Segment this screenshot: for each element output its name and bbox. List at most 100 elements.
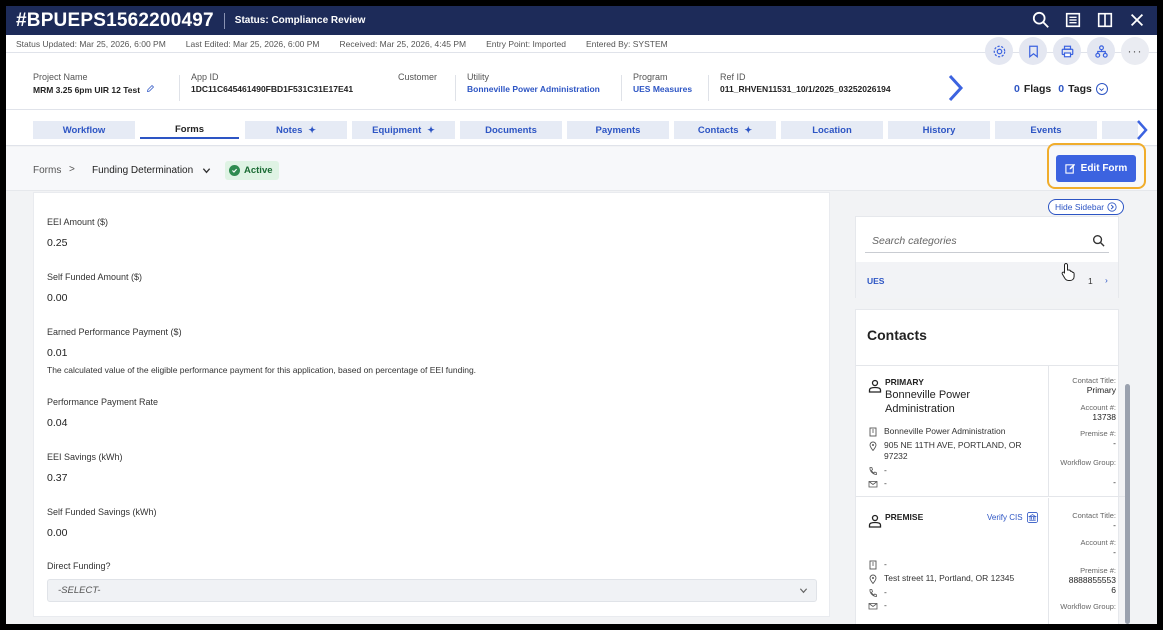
utility-field: Utility Bonneville Power Administration (467, 72, 600, 94)
tab-forms[interactable]: Forms (140, 121, 239, 139)
record-tool-buttons: ··· (985, 37, 1149, 65)
flags-label: Flags (1023, 83, 1052, 95)
field-self-funded-amount: Self Funded Amount ($) 0.00 (47, 272, 143, 304)
premise-number: - (1113, 438, 1116, 448)
edit-icon (1065, 163, 1075, 174)
search-icon[interactable] (1092, 234, 1105, 247)
close-icon[interactable] (1127, 10, 1147, 30)
category-item-ues[interactable]: UES 1 › (856, 262, 1118, 298)
account-number: 13738 (1092, 412, 1116, 422)
phone-icon (869, 589, 877, 597)
header-divider (223, 12, 225, 29)
field-direct-funding: Direct Funding? (47, 561, 111, 571)
pin-icon[interactable]: ✦ (427, 125, 435, 136)
edit-form-button[interactable]: Edit Form (1056, 155, 1136, 182)
contact-phone: - (868, 587, 1043, 598)
field-eei-amount: EEI Amount ($) 0.25 (47, 217, 109, 249)
field-divider (455, 75, 456, 101)
sidebar-scrollbar[interactable] (1125, 384, 1130, 624)
tab-payments[interactable]: Payments (567, 121, 669, 139)
building-icon (869, 427, 877, 437)
record-header: #BPUEPS1562200497 Status: Compliance Rev… (6, 6, 1157, 35)
flags-tags[interactable]: 0 Flags 0 Tags (1014, 83, 1108, 95)
tab-location[interactable]: Location (781, 121, 883, 139)
contact-email: - (868, 478, 1043, 489)
breadcrumb-current[interactable]: Funding Determination (92, 165, 193, 176)
contact-title-value: Primary (1086, 385, 1116, 395)
breadcrumb-forms[interactable]: Forms (33, 165, 61, 176)
field-eei-savings: EEI Savings (kWh) 0.37 (47, 452, 123, 484)
workflow-group: - (1113, 477, 1116, 487)
contact-type: PRIMARY (885, 377, 924, 387)
project-name-field: Project Name MRM 3.25 6pm UIR 12 Test (33, 72, 155, 95)
verify-cis-link[interactable]: Verify CIS (987, 512, 1038, 523)
bank-icon (1026, 512, 1038, 523)
tab-events[interactable]: Events (995, 121, 1097, 139)
tab-contacts[interactable]: Contacts ✦ (674, 121, 776, 139)
check-circle-icon (229, 165, 240, 176)
mail-icon (868, 603, 878, 610)
tab-workflow[interactable]: Workflow (33, 121, 135, 139)
chevron-circle-right-icon (1107, 202, 1117, 212)
print-button[interactable] (1053, 37, 1081, 65)
pin-icon[interactable]: ✦ (745, 125, 753, 136)
search-categories-input[interactable]: Search categories (865, 229, 1109, 253)
location-pin-icon (869, 441, 877, 451)
contacts-title: Contacts (867, 327, 927, 343)
person-icon (868, 379, 882, 393)
pin-icon[interactable]: ✦ (308, 125, 316, 136)
record-tabs: Workflow Forms Notes ✦ Equipment ✦ Documen… (6, 110, 1157, 146)
hierarchy-icon (1094, 44, 1108, 58)
chevron-right-icon[interactable] (945, 73, 965, 103)
program-link[interactable]: UES Measures (633, 84, 692, 94)
field-divider (708, 75, 709, 101)
category-count: 1 (1088, 276, 1093, 286)
tags-count: 0 (1058, 83, 1065, 95)
search-icon[interactable] (1031, 10, 1051, 30)
premise-number: 8888855553 6 (1068, 575, 1116, 595)
layout-compact-icon[interactable] (1063, 10, 1083, 30)
entered-by: Entered By: SYSTEM (585, 38, 668, 49)
contact-company: Bonneville Power Administration (868, 426, 1043, 437)
field-divider (621, 75, 622, 101)
chevron-down-icon[interactable] (1095, 83, 1108, 95)
split-view-icon[interactable] (1095, 10, 1115, 30)
hierarchy-button[interactable] (1087, 37, 1115, 65)
customer-field: Customer (398, 72, 438, 82)
tab-overflow[interactable] (1102, 121, 1138, 139)
chevron-right-icon[interactable] (1135, 119, 1149, 141)
pencil-icon[interactable] (146, 84, 155, 93)
ref-id-value: 011_RHVEN11531_10/1/2025_03252026194 (720, 84, 891, 94)
phone-icon (869, 467, 877, 475)
field-help-text: The calculated value of the eligible per… (47, 365, 477, 375)
entry-point: Entry Point: Imported (486, 38, 566, 49)
contact-name: Bonneville Power Administration (885, 389, 970, 415)
bookmark-button[interactable] (1019, 37, 1047, 65)
tab-history[interactable]: History (888, 121, 990, 139)
chevron-right-icon: › (1105, 275, 1108, 285)
categories-panel: Search categories UES 1 › (855, 216, 1119, 298)
tags-label: Tags (1068, 83, 1092, 95)
hand-pointer-icon (1061, 262, 1075, 281)
ref-id-field: Ref ID 011_RHVEN11531_10/1/2025_03252026… (720, 72, 891, 94)
contact-address: Test street 11, Portland, OR 12345 (868, 573, 1043, 584)
direct-funding-select[interactable]: -SELECT- (47, 579, 817, 602)
tab-equipment[interactable]: Equipment ✦ (352, 121, 455, 139)
contact-email: - (868, 600, 1043, 611)
record-status: Status: Compliance Review (234, 15, 366, 26)
location-pin-icon (869, 574, 877, 584)
contact-card-primary: PRIMARY Bonneville Power Administration … (856, 366, 1129, 497)
status-updated: Status Updated: Mar 25, 2026, 6:00 PM (16, 38, 166, 49)
hide-sidebar-button[interactable]: Hide Sidebar (1048, 199, 1125, 215)
utility-link[interactable]: Bonneville Power Administration (467, 84, 600, 94)
tab-documents[interactable]: Documents (460, 121, 562, 139)
more-options-button[interactable]: ··· (1121, 37, 1149, 65)
settings-button[interactable] (985, 37, 1013, 65)
building-icon (869, 560, 877, 570)
flags-count: 0 (1014, 83, 1020, 95)
mail-icon (868, 481, 878, 488)
workflow-group: - (1041, 621, 1116, 624)
record-id: #BPUEPS1562200497 (16, 9, 214, 31)
tab-notes[interactable]: Notes ✦ (245, 121, 347, 139)
chevron-down-icon[interactable] (202, 166, 211, 175)
